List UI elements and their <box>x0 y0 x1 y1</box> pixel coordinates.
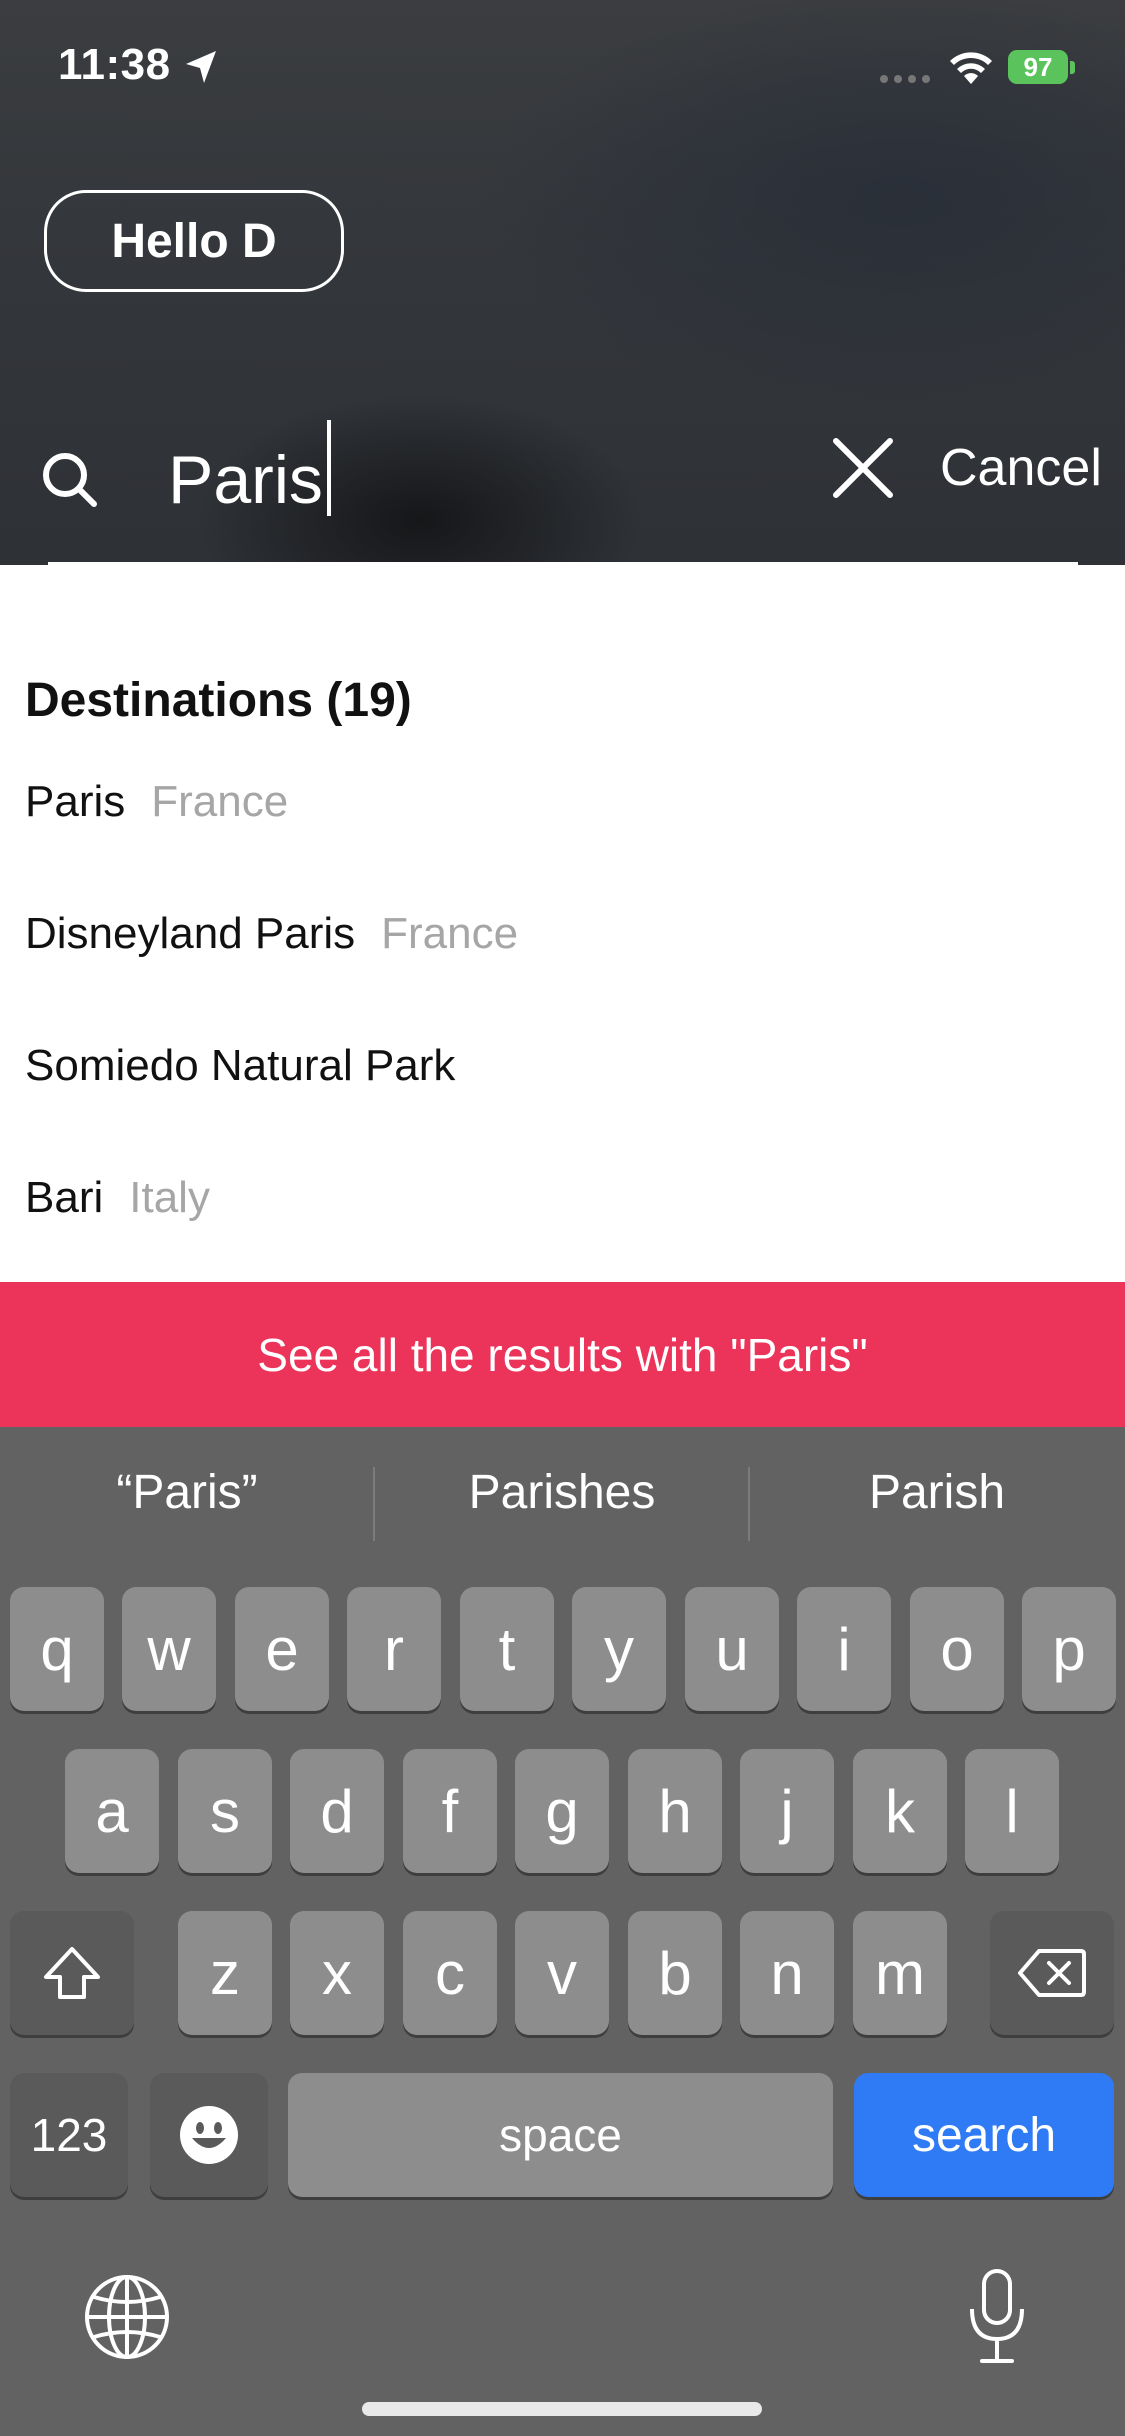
search-input[interactable] <box>168 430 808 530</box>
clear-search-icon[interactable] <box>830 435 896 501</box>
text-caret <box>327 420 331 516</box>
cancel-button[interactable]: Cancel <box>940 438 1102 498</box>
see-all-results-button[interactable]: See all the results with "Paris" <box>0 1282 1125 1427</box>
search-key[interactable]: search <box>854 2073 1114 2197</box>
key[interactable]: h <box>628 1749 722 1873</box>
destination-name: Paris <box>25 777 126 826</box>
suggestion-item[interactable]: “Paris” <box>0 1465 374 1520</box>
destination-name: Somiedo Natural Park <box>25 1041 456 1090</box>
key[interactable]: a <box>65 1749 159 1873</box>
key[interactable]: i <box>797 1587 891 1711</box>
microphone-icon[interactable] <box>962 2267 1032 2367</box>
greeting-button[interactable]: Hello D <box>44 190 344 292</box>
search-icon <box>43 453 97 507</box>
key[interactable]: q <box>10 1587 104 1711</box>
status-time: 11:38 <box>58 40 171 89</box>
key[interactable]: y <box>572 1587 666 1711</box>
key[interactable]: c <box>403 1911 497 2035</box>
destination-country: France <box>151 777 289 826</box>
key[interactable]: p <box>1022 1587 1116 1711</box>
destination-country: France <box>381 909 519 958</box>
space-key[interactable]: space <box>288 2073 833 2197</box>
destination-country: Italy <box>129 1173 210 1222</box>
predictive-bar: “Paris” Parishes Parish <box>0 1427 1125 1577</box>
key[interactable]: l <box>965 1749 1059 1873</box>
location-arrow-icon <box>186 51 216 83</box>
emoji-icon <box>180 2106 238 2164</box>
list-item[interactable]: Paris France <box>25 777 288 827</box>
list-item[interactable]: Disneyland Paris France <box>25 909 518 959</box>
suggestion-item[interactable]: Parish <box>750 1465 1124 1520</box>
wifi-icon <box>950 52 992 84</box>
destination-name: Disneyland Paris <box>25 909 356 958</box>
emoji-key[interactable] <box>150 2073 268 2197</box>
shift-icon <box>44 1947 100 1999</box>
suggestion-item[interactable]: Parishes <box>375 1465 749 1520</box>
search-header: 11:38 97 Hello D Cancel <box>0 0 1125 565</box>
list-item[interactable]: Somiedo Natural Park <box>25 1041 455 1091</box>
battery-level: 97 <box>1008 50 1068 84</box>
key[interactable]: e <box>235 1587 329 1711</box>
key[interactable]: f <box>403 1749 497 1873</box>
key[interactable]: m <box>853 1911 947 2035</box>
key[interactable]: n <box>740 1911 834 2035</box>
key[interactable]: d <box>290 1749 384 1873</box>
key[interactable]: v <box>515 1911 609 2035</box>
key[interactable]: w <box>122 1587 216 1711</box>
key[interactable]: s <box>178 1749 272 1873</box>
destination-name: Bari <box>25 1173 104 1222</box>
list-item[interactable]: Bari Italy <box>25 1173 210 1223</box>
key[interactable]: j <box>740 1749 834 1873</box>
keyboard: “Paris” Parishes Parish q w e r t y u i … <box>0 1427 1125 2436</box>
globe-icon[interactable] <box>82 2272 172 2362</box>
key[interactable]: t <box>460 1587 554 1711</box>
battery-icon: 97 <box>1008 50 1078 86</box>
key[interactable]: x <box>290 1911 384 2035</box>
backspace-icon <box>1018 1949 1086 1997</box>
key[interactable]: o <box>910 1587 1004 1711</box>
shift-key[interactable] <box>10 1911 134 2035</box>
section-title: Destinations (19) <box>25 674 412 727</box>
results-panel: Destinations (19) Paris France Disneyland… <box>0 565 1125 1282</box>
key[interactable]: g <box>515 1749 609 1873</box>
key[interactable]: b <box>628 1911 722 2035</box>
key[interactable]: k <box>853 1749 947 1873</box>
key[interactable]: z <box>178 1911 272 2035</box>
cellular-signal-icon <box>880 75 930 83</box>
numbers-key[interactable]: 123 <box>10 2073 128 2197</box>
key[interactable]: r <box>347 1587 441 1711</box>
key[interactable]: u <box>685 1587 779 1711</box>
home-indicator[interactable] <box>362 2402 762 2416</box>
backspace-key[interactable] <box>990 1911 1114 2035</box>
